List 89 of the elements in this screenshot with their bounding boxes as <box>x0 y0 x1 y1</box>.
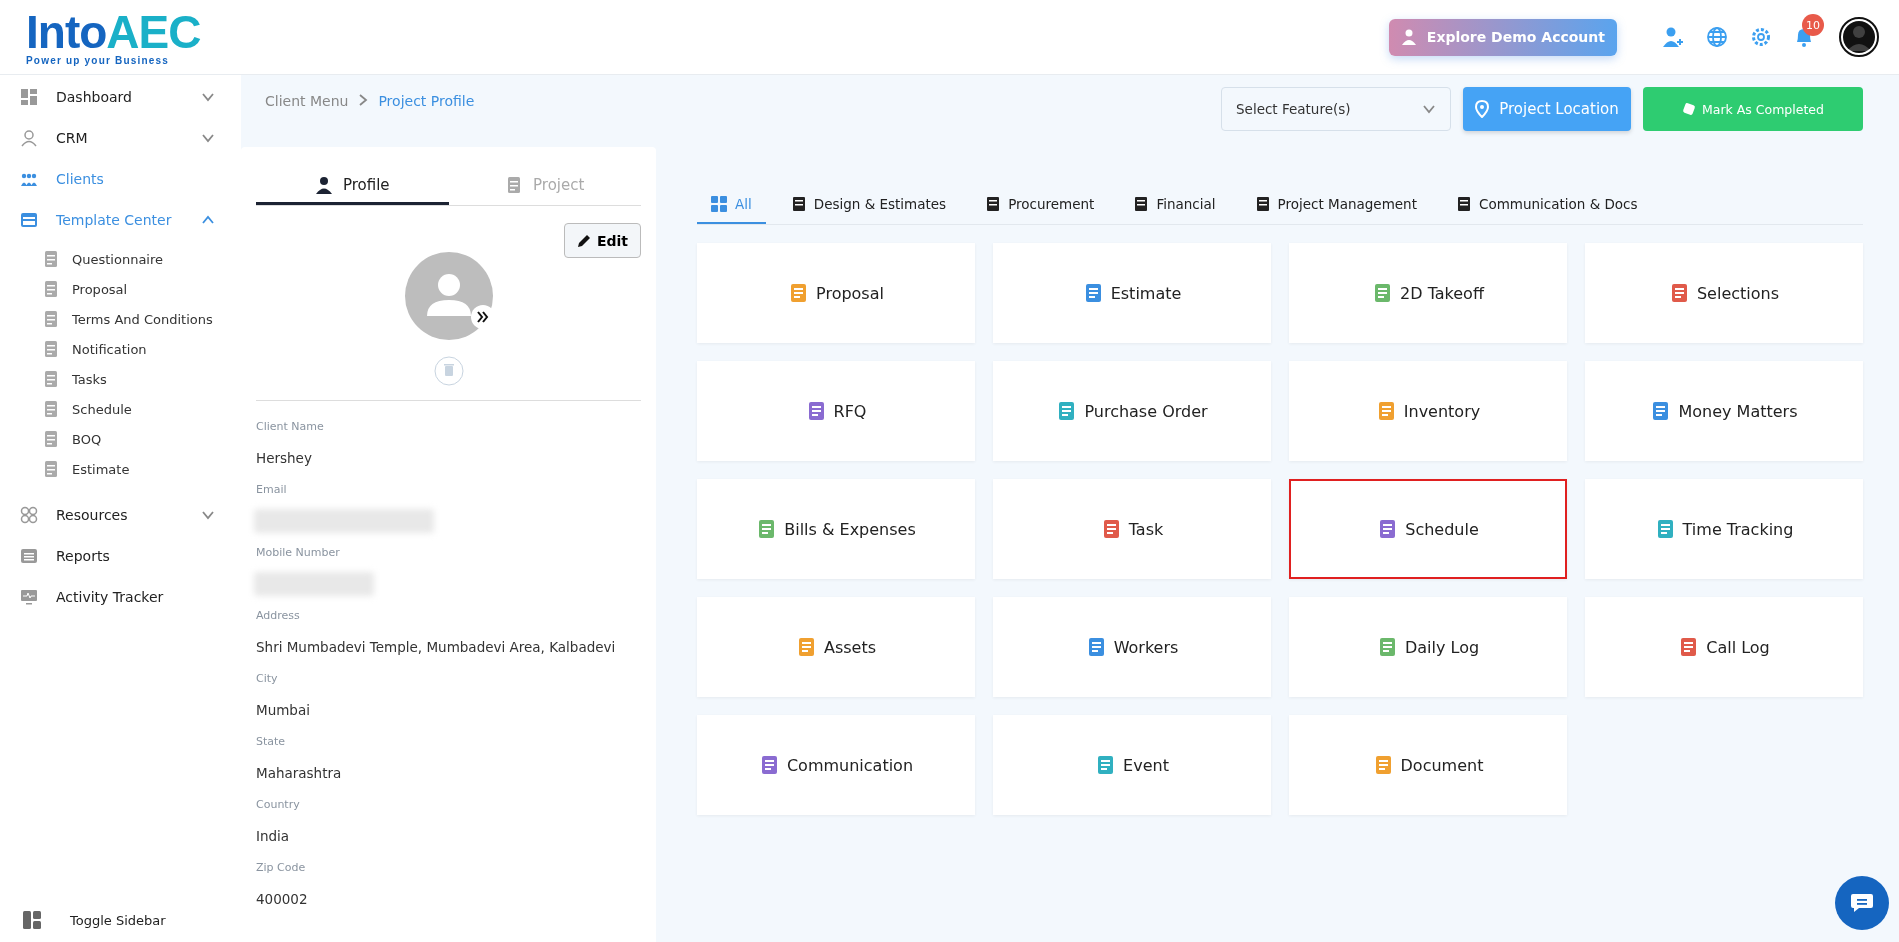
feature-tile[interactable]: Inventory <box>1289 361 1567 461</box>
field-value: Hershey <box>256 449 313 468</box>
document-icon <box>42 310 60 328</box>
sidebar-item[interactable]: Reports <box>20 535 241 576</box>
feature-tile[interactable]: Purchase Order <box>993 361 1271 461</box>
feature-tile[interactable]: Communication <box>697 715 975 815</box>
category-tab[interactable]: Design & Estimates <box>777 185 961 224</box>
feature-select[interactable]: Select Feature(s) <box>1221 87 1451 131</box>
field-value: Shri Mumbadevi Temple, Mumbadevi Area, Kalbadevi <box>256 638 617 657</box>
feature-tile[interactable]: Daily Log <box>1289 597 1567 697</box>
window-icon <box>20 210 38 229</box>
field-label: Address <box>256 609 301 624</box>
category-tab[interactable]: Project Management <box>1241 185 1431 224</box>
field-value: India <box>256 827 291 846</box>
sidebar-item[interactable]: Resources <box>20 494 241 535</box>
document-icon <box>42 430 60 448</box>
document-icon <box>791 195 806 212</box>
field-value: 400002 <box>256 890 309 909</box>
field-value: Maharashtra <box>256 764 343 783</box>
feature-tile[interactable]: Schedule <box>1289 479 1567 579</box>
feature-tile[interactable]: Estimate <box>993 243 1271 343</box>
chat-icon <box>1849 892 1875 914</box>
field-label: Zip Code <box>256 861 307 876</box>
document-icon <box>1456 195 1471 212</box>
field-label: Mobile Number <box>256 546 341 561</box>
field-label: State <box>256 735 287 750</box>
settings-icon[interactable] <box>1750 26 1772 48</box>
feature-tile[interactable]: Document <box>1289 715 1567 815</box>
sidebar-subitem[interactable]: Proposal <box>42 274 241 304</box>
feature-tile[interactable]: Time Tracking <box>1585 479 1863 579</box>
sidebar-subitem[interactable]: Notification <box>42 334 241 364</box>
feature-tile[interactable]: Bills & Expenses <box>697 479 975 579</box>
dashboard-icon <box>20 87 38 106</box>
document-icon <box>1255 195 1270 212</box>
grid-icon <box>711 195 727 212</box>
person-icon <box>314 175 333 194</box>
sidebar-item[interactable]: Clients <box>20 158 241 199</box>
feature-tile[interactable]: Call Log <box>1585 597 1863 697</box>
document-icon <box>986 195 1001 212</box>
map-pin-icon <box>1475 100 1490 118</box>
user-icon <box>1400 29 1419 45</box>
feature-tile[interactable]: Event <box>993 715 1271 815</box>
document-icon <box>42 280 60 298</box>
globe-icon[interactable] <box>1706 26 1728 48</box>
field-label: Email <box>256 483 288 498</box>
field-value: Mumbai <box>256 701 311 720</box>
feature-tile[interactable]: RFQ <box>697 361 975 461</box>
sidebar-subitem[interactable]: Tasks <box>42 364 241 394</box>
notification-badge: 10 <box>1802 14 1824 36</box>
list-icon <box>20 546 38 565</box>
field-label: Client Name <box>256 420 325 435</box>
logo: IntoAEC Power up your Business <box>26 8 201 66</box>
document-icon <box>1134 195 1149 212</box>
sidebar-subitem[interactable]: BOQ <box>42 424 241 454</box>
pencil-icon <box>576 233 591 248</box>
sidebar-subitem[interactable]: Schedule <box>42 394 241 424</box>
chat-button[interactable] <box>1835 876 1889 930</box>
feature-tile[interactable]: Selections <box>1585 243 1863 343</box>
feature-tile[interactable]: 2D Takeoff <box>1289 243 1567 343</box>
sidebar-subitem[interactable]: Terms And Conditions <box>42 304 241 334</box>
layout-icon <box>22 910 42 930</box>
feature-tile[interactable]: Assets <box>697 597 975 697</box>
sidebar-subitem[interactable]: Estimate <box>42 454 241 484</box>
sidebar-item[interactable]: CRM <box>20 117 241 158</box>
add-user-icon[interactable] <box>1662 26 1684 48</box>
document-icon <box>42 370 60 388</box>
edit-button[interactable]: Edit <box>563 223 641 258</box>
document-icon <box>42 460 60 478</box>
category-tab[interactable]: Financial <box>1120 185 1230 224</box>
feature-tile[interactable]: Workers <box>993 597 1271 697</box>
chevron-right-icon <box>358 93 369 107</box>
avatar[interactable] <box>1839 17 1879 57</box>
document-icon <box>42 340 60 358</box>
document-icon <box>42 400 60 418</box>
category-tab[interactable]: Procurement <box>972 185 1109 224</box>
sidebar-subitem[interactable]: Questionnaire <box>42 244 241 274</box>
document-icon <box>42 250 60 268</box>
feature-tile[interactable]: Money Matters <box>1585 361 1863 461</box>
feature-tile[interactable]: Proposal <box>697 243 975 343</box>
field-label: Country <box>256 798 301 813</box>
toggle-sidebar-button[interactable]: Toggle Sidebar <box>20 910 241 930</box>
monitor-icon <box>20 587 38 606</box>
field-label: City <box>256 672 279 687</box>
category-tab[interactable]: Communication & Docs <box>1442 185 1652 224</box>
feature-tile[interactable]: Task <box>993 479 1271 579</box>
nodes-icon <box>20 505 38 524</box>
sidebar-item[interactable]: Activity Tracker <box>20 576 241 617</box>
tab[interactable]: Profile <box>256 167 449 205</box>
sidebar-item[interactable]: Dashboard <box>20 76 241 117</box>
